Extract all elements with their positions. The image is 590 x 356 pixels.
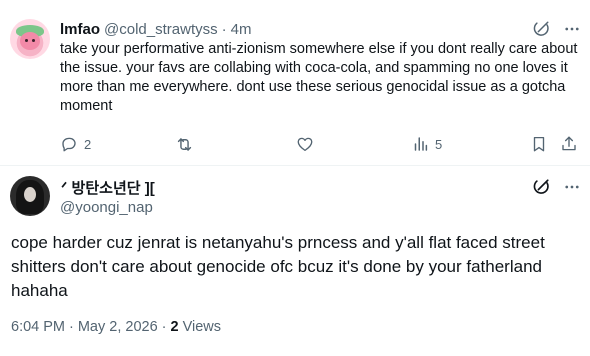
view-count: 5 bbox=[435, 136, 443, 152]
tweet-metadata: 6:04 PM · May 2, 2026 · 2 Views bbox=[11, 319, 221, 335]
retweet-button[interactable] bbox=[175, 134, 200, 154]
reply-icon bbox=[60, 135, 78, 153]
display-name[interactable]: ᐟ 방탄소년단 ][ bbox=[61, 177, 155, 198]
avatar-face bbox=[20, 32, 40, 50]
avatar-face bbox=[24, 187, 36, 202]
reply-tweet[interactable]: lmfao @cold_strawtyss · 4m take your per… bbox=[0, 0, 590, 165]
reply-header: lmfao @cold_strawtyss · 4m bbox=[60, 19, 251, 39]
avatar-eye bbox=[25, 39, 28, 42]
more-icon[interactable] bbox=[563, 20, 581, 38]
tweet-divider bbox=[0, 165, 590, 166]
tweet-text: cope harder cuz jenrat is netanyahu's pr… bbox=[11, 233, 545, 300]
avatar[interactable] bbox=[10, 19, 50, 59]
avatar-eye bbox=[32, 39, 35, 42]
reply-count: 2 bbox=[84, 136, 92, 152]
bookmark-button[interactable] bbox=[530, 134, 548, 154]
tweet-time[interactable]: 6:04 PM bbox=[11, 319, 65, 335]
views-button[interactable]: 5 bbox=[411, 134, 442, 154]
views-label: Views bbox=[182, 319, 221, 335]
views-count: 2 bbox=[170, 319, 179, 335]
tweet-date[interactable]: May 2, 2026 bbox=[78, 319, 158, 335]
grok-icon[interactable] bbox=[532, 178, 550, 196]
like-icon bbox=[296, 135, 314, 153]
share-icon bbox=[560, 135, 578, 153]
retweet-icon bbox=[175, 135, 194, 154]
reply-text: take your performative anti-zionism some… bbox=[60, 41, 578, 114]
like-button[interactable] bbox=[296, 134, 320, 154]
reply-action-bar: 2 5 bbox=[60, 134, 580, 154]
timestamp[interactable]: 4m bbox=[231, 21, 252, 38]
grok-icon[interactable] bbox=[532, 20, 550, 38]
share-button[interactable] bbox=[560, 134, 578, 154]
avatar[interactable] bbox=[10, 176, 50, 216]
separator: · bbox=[221, 20, 227, 38]
separator: · bbox=[69, 319, 74, 335]
user-handle[interactable]: @yoongi_nap bbox=[60, 199, 153, 216]
views-icon bbox=[411, 135, 429, 153]
separator: · bbox=[161, 319, 167, 335]
user-handle[interactable]: @cold_strawtyss bbox=[104, 21, 218, 38]
more-icon[interactable] bbox=[563, 178, 581, 196]
display-name[interactable]: lmfao bbox=[60, 21, 100, 38]
reply-button[interactable]: 2 bbox=[60, 134, 91, 154]
bookmark-icon bbox=[530, 135, 548, 153]
